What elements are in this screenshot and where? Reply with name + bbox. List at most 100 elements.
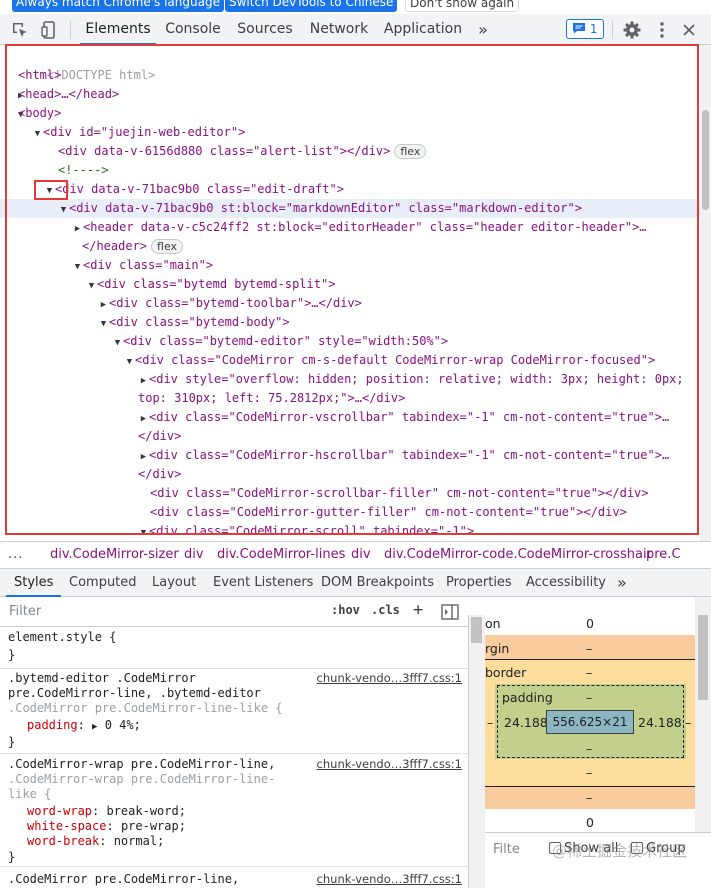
more-subtabs-button[interactable]: » xyxy=(617,569,627,597)
stylesheet-link[interactable]: chunk-vendo…3fff7.css:1 xyxy=(317,872,462,887)
elements-scroll-thumb[interactable] xyxy=(702,110,709,210)
margin-left-value[interactable]: – xyxy=(487,715,493,730)
styles-filter-input[interactable]: Filter xyxy=(9,604,41,619)
padding-top-value[interactable]: – xyxy=(586,690,592,705)
expand-triangle-icon[interactable]: ▶ xyxy=(92,722,97,732)
css-property-name[interactable]: padding xyxy=(27,718,78,732)
watermark: @稀土掘金技术社区 xyxy=(552,842,688,860)
issues-badge[interactable]: 1 xyxy=(566,19,604,39)
element-style-rule[interactable]: element.style { } xyxy=(0,627,468,669)
tree-line-bytemd-body[interactable]: ▼ <div class="bytemd-body"> xyxy=(0,313,700,332)
tab-elements[interactable]: Elements xyxy=(80,14,156,45)
breadcrumb-overflow[interactable]: ... xyxy=(8,542,23,568)
tree-line-hidden-div[interactable]: ▶ <div style="overflow: hidden; position:… xyxy=(0,370,700,389)
css-rule-codemirror-wrap[interactable]: .CodeMirror-wrap pre.CodeMirror-line, .C… xyxy=(0,754,468,867)
styles-filter-bar: Filter :hov .cls + xyxy=(0,597,470,627)
margin-right-value[interactable]: – xyxy=(685,715,691,730)
tab-dom-breakpoints[interactable]: DOM Breakpoints xyxy=(321,569,434,597)
tree-line-comment[interactable]: <!----> xyxy=(0,161,700,180)
breadcrumb-item[interactable]: div.CodeMirror-lines xyxy=(217,542,345,568)
border-top-value[interactable]: – xyxy=(586,665,592,680)
tab-computed[interactable]: Computed xyxy=(69,569,137,597)
kebab-menu-icon[interactable] xyxy=(655,20,669,40)
position-top-value[interactable]: 0 xyxy=(586,616,594,631)
padding-bottom-value[interactable]: – xyxy=(586,741,592,756)
tree-line-gutter-filler[interactable]: <div class="CodeMirror-gutter-filler" cm… xyxy=(0,503,700,522)
tab-network[interactable]: Network xyxy=(304,14,374,45)
css-property-value[interactable]: 0 4%; xyxy=(105,718,141,732)
close-icon[interactable] xyxy=(682,23,696,37)
tab-layout[interactable]: Layout xyxy=(152,569,196,597)
device-toggle-icon[interactable] xyxy=(40,20,60,40)
styles-scroll-thumb[interactable] xyxy=(471,617,482,643)
stylesheet-link[interactable]: chunk-vendo…3fff7.css:1 xyxy=(317,757,462,772)
styles-scrollbar[interactable] xyxy=(468,615,485,888)
computed-sidebar-icon[interactable] xyxy=(441,604,459,620)
border-bottom-value[interactable]: – xyxy=(586,765,592,780)
tree-line-vscrollbar-close: </div> xyxy=(138,429,182,443)
class-toggle-button[interactable]: .cls xyxy=(371,603,400,617)
margin-bottom-value[interactable]: – xyxy=(586,790,592,805)
tree-line-head[interactable]: ▶<head>…</head> xyxy=(0,85,700,104)
tree-line-hscrollbar-close: </div> xyxy=(138,467,182,481)
tree-line-bytemd-editor[interactable]: ▼ <div class="bytemd-editor" style="width… xyxy=(0,332,700,351)
tree-line-bytemd-toolbar[interactable]: ▶ <div class="bytemd-toolbar">…</div> xyxy=(0,294,700,313)
styles-rules-pane: element.style { } .bytemd-editor .CodeMi… xyxy=(0,627,470,888)
tree-line-vscrollbar[interactable]: ▶ <div class="CodeMirror-vscrollbar" tabi… xyxy=(0,408,700,427)
tree-line-juejin-editor[interactable]: ▼ <div id="juejin-web-editor"> xyxy=(0,123,700,142)
tree-line-doctype[interactable]: <!DOCTYPE html> xyxy=(0,47,700,82)
margin-top-value[interactable]: – xyxy=(586,641,592,656)
more-tabs-button[interactable]: » xyxy=(472,14,494,45)
always-match-language-button[interactable]: Always match Chrome's language xyxy=(12,0,224,12)
margin-label: rgin xyxy=(485,641,510,656)
dont-show-again-button[interactable]: Don't show again xyxy=(405,0,520,12)
tab-accessibility[interactable]: Accessibility xyxy=(526,569,606,597)
breadcrumb-item[interactable]: div xyxy=(351,542,371,568)
collapse-triangle-icon[interactable]: ▼ xyxy=(138,524,149,541)
tree-line-header[interactable]: ▶ <header data-v-c5c24ff2 st:block="edito… xyxy=(0,218,700,237)
css-rule-bytemd-editor[interactable]: .bytemd-editor .CodeMirror pre.CodeMirro… xyxy=(0,669,468,754)
padding-label: padding xyxy=(502,690,553,705)
flex-badge[interactable]: flex xyxy=(394,144,427,159)
tree-line-codemirror[interactable]: ▼ <div class="CodeMirror cm-s-default Cod… xyxy=(0,351,700,370)
tab-properties[interactable]: Properties xyxy=(446,569,512,597)
hover-state-button[interactable]: :hov xyxy=(331,603,360,617)
tab-sources[interactable]: Sources xyxy=(232,14,298,45)
box-model-scroll-thumb[interactable] xyxy=(698,615,708,700)
elements-dom-tree: <!DOCTYPE html> <html> ▶<head>…</head> ▼… xyxy=(0,45,711,541)
padding-right-value[interactable]: 24.188 xyxy=(638,715,682,730)
breadcrumb-item[interactable]: div.CodeMirror-sizer xyxy=(50,542,179,568)
tree-line-codemirror-scroll[interactable]: ▼ <div class="CodeMirror-scroll" tabindex… xyxy=(0,522,700,541)
issues-count: 1 xyxy=(589,22,598,36)
tree-line-scrollbar-filler[interactable]: <div class="CodeMirror-scrollbar-filler"… xyxy=(0,484,700,503)
gear-icon[interactable] xyxy=(622,20,642,40)
tree-line-header-close[interactable]: </header> flex xyxy=(0,237,700,256)
devtools-toolbar: Elements Console Sources Network Applica… xyxy=(0,14,711,45)
stylesheet-link[interactable]: chunk-vendo…3fff7.css:1 xyxy=(317,671,462,686)
tab-event-listeners[interactable]: Event Listeners xyxy=(213,569,313,597)
tree-line-main[interactable]: ▼ <div class="main"> xyxy=(0,256,700,275)
tab-styles[interactable]: Styles xyxy=(6,569,62,597)
tree-line-alert-list[interactable]: <div data-v-6156d880 class="alert-list">… xyxy=(0,142,700,161)
computed-filter-input[interactable]: Filte xyxy=(493,842,520,857)
breadcrumb-item[interactable]: pre.C xyxy=(646,542,681,568)
position-bottom-value[interactable]: 0 xyxy=(586,815,594,830)
css-rule-codemirror-line[interactable]: .CodeMirror pre.CodeMirror-line, chunk-v… xyxy=(0,867,468,888)
switch-to-chinese-button[interactable]: Switch DevTools to Chinese xyxy=(225,0,398,12)
tree-line-bytemd[interactable]: ▼ <div class="bytemd bytemd-split"> xyxy=(0,275,700,294)
flex-badge[interactable]: flex xyxy=(151,239,184,254)
tree-line-markdown-editor[interactable]: ▼ <div data-v-71bac9b0 st:block="markdown… xyxy=(0,199,700,218)
tree-line-body[interactable]: ▼<body> xyxy=(0,104,700,123)
tree-line-edit-draft[interactable]: ▼ <div data-v-71bac9b0 class="edit-draft"… xyxy=(0,180,700,199)
breadcrumb-item[interactable]: div xyxy=(184,542,204,568)
box-model-content[interactable]: 556.625×21 xyxy=(546,710,634,734)
breadcrumb-item[interactable]: div.CodeMirror-code.CodeMirror-crosshair xyxy=(384,542,652,568)
tree-line-hscrollbar[interactable]: ▶ <div class="CodeMirror-hscrollbar" tabi… xyxy=(0,446,700,465)
padding-left-value[interactable]: 24.188 xyxy=(504,715,548,730)
tree-line-html[interactable]: <html> xyxy=(0,66,700,85)
new-rule-button[interactable]: + xyxy=(413,600,423,620)
inspect-icon[interactable] xyxy=(10,20,30,40)
border-label: border xyxy=(485,665,527,680)
tab-console[interactable]: Console xyxy=(160,14,226,45)
tab-application[interactable]: Application xyxy=(380,14,466,45)
